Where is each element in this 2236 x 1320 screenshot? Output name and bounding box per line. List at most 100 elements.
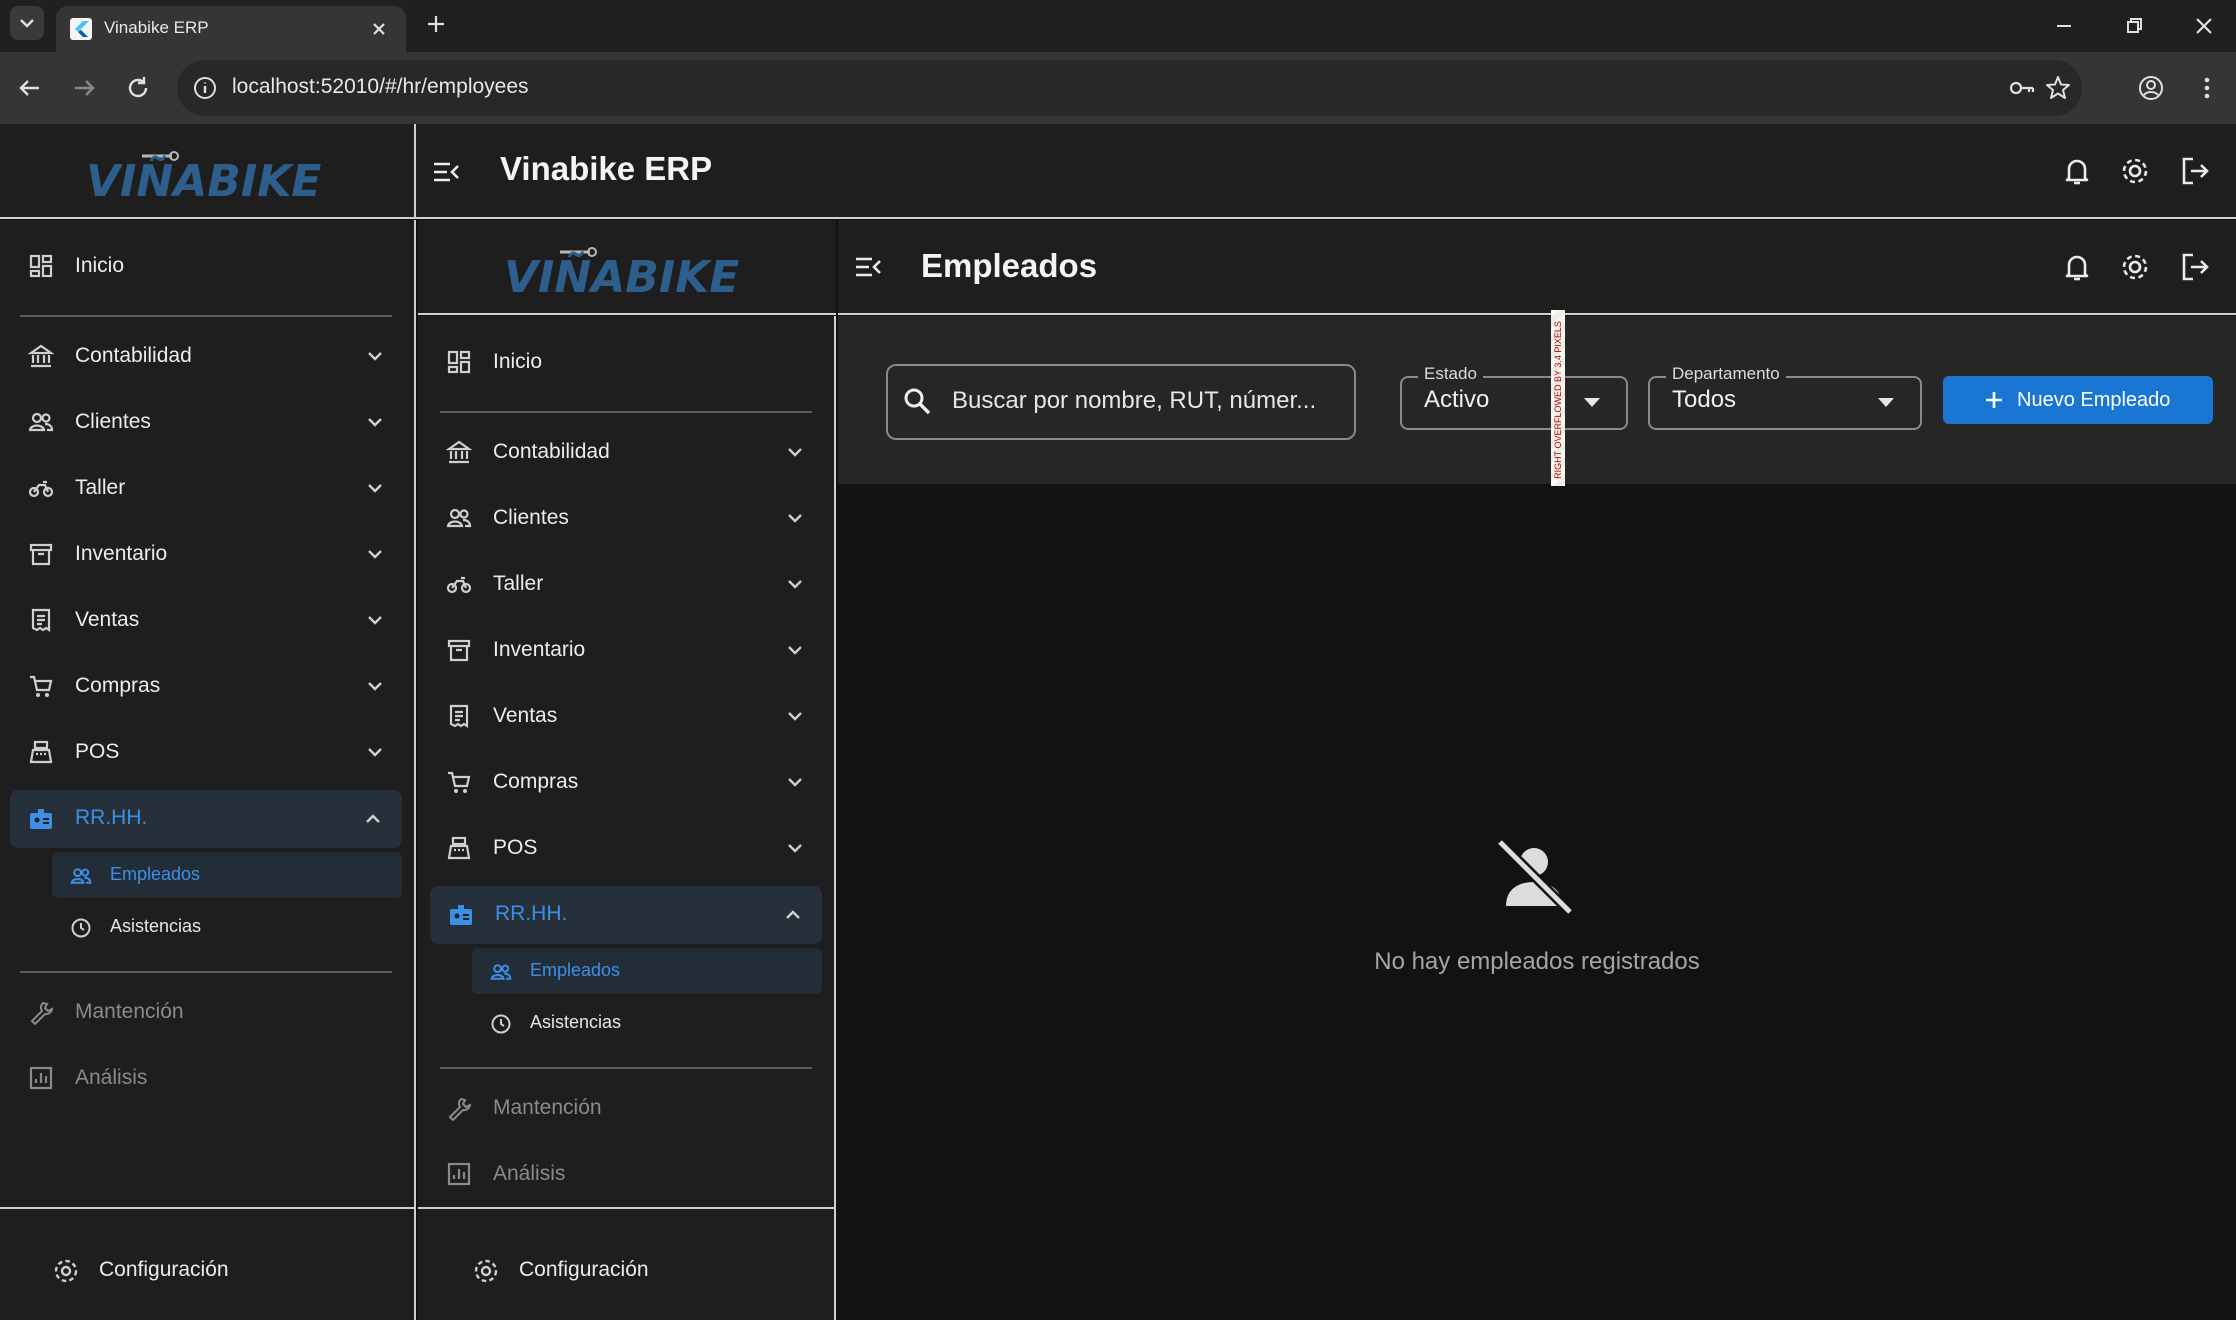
gear-icon [54, 1259, 78, 1283]
sidebar-item-pos[interactable]: POS [418, 818, 834, 878]
sidebar-item-taller[interactable]: Taller [418, 554, 834, 614]
tab-list-button[interactable] [10, 6, 44, 40]
sidebar-subitem-empleados[interactable]: Empleados [52, 852, 402, 898]
sidebar-item-rrhh[interactable]: RR.HH. [430, 886, 822, 944]
svg-text:VIÑABIKE: VIÑABIKE [504, 250, 739, 298]
browser-menu-icon[interactable] [2192, 73, 2222, 103]
logout-icon[interactable] [2178, 250, 2212, 284]
brand-logo-area: VIÑABIKE [0, 124, 416, 217]
url-text[interactable]: localhost:52010/#/hr/employees [232, 75, 529, 99]
sidebar-item-clientes[interactable]: Clientes [0, 392, 414, 452]
profile-icon[interactable] [2136, 73, 2166, 103]
sidebar-subitem-asistencias[interactable]: Asistencias [52, 904, 402, 950]
wrench-icon [448, 1097, 472, 1121]
motorbike-icon [28, 480, 54, 498]
settings-gear-icon[interactable] [2118, 250, 2152, 284]
nested-brand-logo-area: VIÑABIKE [418, 220, 836, 315]
address-bar[interactable]: localhost:52010/#/hr/employees [177, 60, 2082, 116]
sidebar-item-clientes[interactable]: Clientes [418, 488, 834, 548]
tab-title: Vinabike ERP [104, 18, 209, 37]
wrench-icon [30, 1001, 54, 1025]
chevron-down-icon [788, 514, 802, 523]
badge-icon [450, 905, 472, 925]
overflow-indicator-stripe: RIGHT OVERFLOWED BY 3.4 PIXELS [1551, 310, 1565, 490]
clock-icon [491, 1014, 511, 1034]
estado-select[interactable]: Estado Activo [1400, 364, 1628, 430]
chevron-down-icon [788, 448, 802, 457]
bookmark-star-icon[interactable] [2043, 73, 2073, 103]
sidebar-item-label: Empleados [530, 960, 621, 980]
employee-list-area: No hay empleados registrados [838, 486, 2236, 1320]
sidebar-item-inicio[interactable]: Inicio [0, 236, 414, 296]
logout-icon[interactable] [2178, 154, 2212, 188]
sidebar-item-label: Empleados [110, 864, 201, 884]
departamento-value: Todos [1672, 386, 1737, 413]
sidebar-item-contabilidad[interactable]: Contabilidad [418, 422, 834, 482]
sidebar-item-contabilidad[interactable]: Contabilidad [0, 326, 414, 386]
gear-icon [474, 1259, 498, 1283]
close-window-icon[interactable] [2190, 12, 2218, 40]
notifications-bell-icon[interactable] [2060, 154, 2094, 188]
footer-label: Configuración [519, 1258, 649, 1281]
people-icon [28, 412, 54, 432]
sidebar-item-inventario[interactable]: Inventario [418, 620, 834, 680]
sidebar-item-label: Inicio [493, 350, 543, 373]
reload-icon[interactable] [122, 72, 154, 104]
restore-icon[interactable] [2120, 12, 2148, 40]
new-employee-button[interactable]: Nuevo Empleado [1943, 376, 2213, 424]
sidebar-item-taller[interactable]: Taller [0, 458, 414, 518]
people-icon [490, 964, 512, 980]
new-tab-icon[interactable] [422, 10, 450, 38]
dashboard-icon [447, 350, 471, 374]
notifications-bell-icon[interactable] [2060, 250, 2094, 284]
site-info-icon[interactable] [191, 74, 219, 102]
sidebar-item-rrhh[interactable]: RR.HH. [10, 790, 402, 848]
tab-close-icon[interactable] [368, 18, 390, 40]
estado-label: Estado [1418, 364, 1483, 384]
analytics-icon [29, 1066, 53, 1090]
sidebar-item-compras[interactable]: Compras [0, 656, 414, 716]
overflow-warning-text: RIGHT OVERFLOWED BY 3.4 PIXELS [1553, 321, 1563, 479]
sidebar-item-inicio[interactable]: Inicio [418, 332, 834, 392]
minimize-icon[interactable] [2050, 12, 2078, 40]
search-input[interactable]: Buscar por nombre, RUT, númer... [886, 364, 1356, 440]
chevron-down-icon [788, 646, 802, 655]
page-title: Empleados [921, 247, 1098, 284]
divider [418, 1207, 834, 1209]
sidebar-footer-settings[interactable]: Configuración [418, 1240, 834, 1300]
sidebar-subitem-empleados[interactable]: Empleados [472, 948, 822, 994]
sidebar-item-ventas[interactable]: Ventas [418, 686, 834, 746]
divider [440, 411, 812, 413]
chevron-down-icon [368, 550, 382, 559]
person-off-icon [1496, 838, 1574, 916]
departamento-label: Departamento [1666, 364, 1786, 384]
sidebar-subitem-asistencias[interactable]: Asistencias [472, 1000, 822, 1046]
password-key-icon[interactable] [2007, 73, 2037, 103]
sidebar-nested: Inicio Contabilidad Clientes Taller Inve… [418, 316, 836, 1320]
sidebar-item-label: Mantención [75, 1000, 184, 1023]
sidebar-item-inventario[interactable]: Inventario [0, 524, 414, 584]
flutter-favicon-icon [70, 18, 92, 40]
chevron-down-icon [368, 748, 382, 757]
sidebar-item-ventas[interactable]: Ventas [0, 590, 414, 650]
sidebar-item-label: Mantención [493, 1096, 602, 1119]
sidebar-item-label: Asistencias [530, 1012, 622, 1032]
sidebar-item-label: Asistencias [110, 916, 202, 936]
settings-gear-icon[interactable] [2118, 154, 2152, 188]
back-icon[interactable] [14, 72, 46, 104]
sidebar-item-label: Contabilidad [493, 440, 610, 463]
sidebar-footer-settings[interactable]: Configuración [0, 1240, 414, 1300]
sidebar-item-label: Taller [493, 572, 544, 595]
sidebar-item-mantencion: Mantención [418, 1078, 834, 1138]
divider [0, 1207, 414, 1209]
plus-icon [1986, 392, 2002, 408]
menu-collapse-icon[interactable] [430, 156, 462, 188]
browser-tab[interactable]: Vinabike ERP [56, 6, 406, 52]
departamento-select[interactable]: Departamento Todos [1648, 364, 1922, 430]
chevron-down-icon [368, 484, 382, 493]
sidebar-item-compras[interactable]: Compras [418, 752, 834, 812]
forward-icon[interactable] [68, 72, 100, 104]
chevron-down-icon [368, 418, 382, 427]
menu-collapse-icon[interactable] [852, 251, 884, 283]
sidebar-item-pos[interactable]: POS [0, 722, 414, 782]
